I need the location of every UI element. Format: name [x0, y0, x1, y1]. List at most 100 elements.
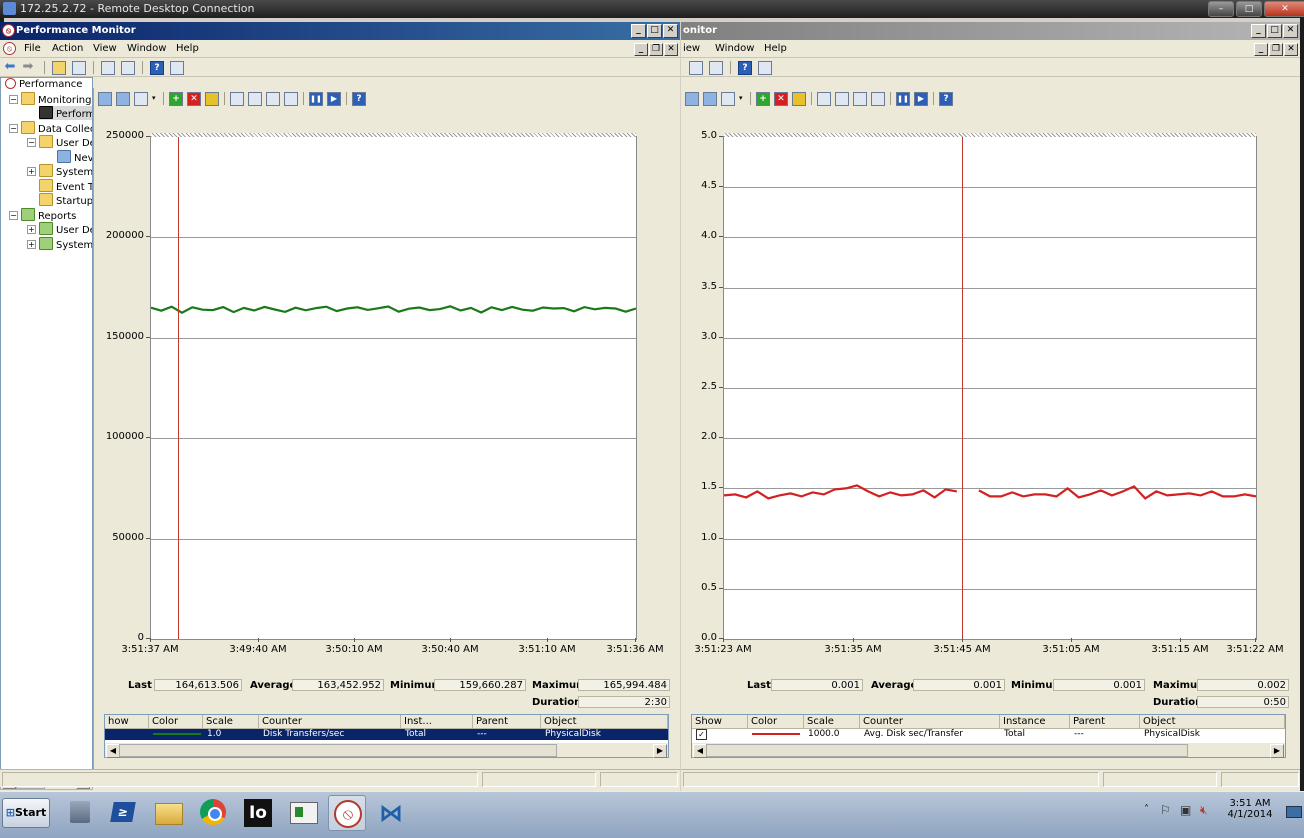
legend-column-header[interactable]: Scale	[203, 715, 259, 728]
taskbar-hyper-v[interactable]: ⋈	[373, 795, 409, 829]
menu-view[interactable]: iew	[683, 43, 700, 54]
tree-node-event-trace[interactable]: Event T	[39, 179, 92, 193]
right-maximize-button[interactable]: □	[1267, 24, 1282, 38]
left-minimize-button[interactable]: _	[631, 24, 646, 38]
up-folder-icon[interactable]	[52, 61, 66, 75]
tree-node-system[interactable]: System	[39, 164, 92, 178]
legend-horizontal-scrollbar[interactable]: ◀ ▶	[105, 743, 668, 758]
delete-counter-icon[interactable]: ✕	[187, 92, 201, 106]
taskbar-server-manager[interactable]	[62, 795, 98, 829]
right-window-caption[interactable]: onitor _ □ ✕	[681, 22, 1300, 40]
view-current-activity-icon[interactable]	[98, 92, 112, 106]
menu-view[interactable]: View	[93, 43, 117, 54]
copy-properties-icon[interactable]	[817, 92, 831, 106]
update-data-icon[interactable]: ▶	[327, 92, 341, 106]
menu-action[interactable]: Action	[52, 43, 83, 54]
dropdown-arrow-icon[interactable]: ▾	[152, 94, 156, 102]
tree-node-performance[interactable]: Performance	[5, 78, 82, 92]
taskbar-explorer[interactable]	[150, 795, 186, 829]
zoom-icon[interactable]	[284, 92, 298, 106]
properties-icon[interactable]	[689, 61, 703, 75]
left-close-button[interactable]: ✕	[663, 24, 678, 38]
collapse-toggle[interactable]: −	[9, 211, 18, 220]
show-hidden-icons-icon[interactable]: ˄	[1144, 804, 1149, 815]
legend-column-header[interactable]: Parent	[473, 715, 541, 728]
mdi-minimize-button[interactable]: _	[634, 43, 648, 56]
tree-node-reports[interactable]: Reports	[21, 208, 76, 222]
menu-window[interactable]: Window	[715, 43, 754, 54]
show-checkbox[interactable]: ✓	[696, 729, 707, 740]
add-counter-icon[interactable]: +	[169, 92, 183, 106]
taskbar-powershell[interactable]: ≥	[105, 795, 141, 829]
collapse-toggle[interactable]: −	[9, 124, 18, 133]
tree-node-monitoring[interactable]: Monitoring	[21, 92, 91, 106]
collapse-toggle[interactable]: −	[9, 95, 18, 104]
change-graph-type-icon[interactable]	[721, 92, 735, 106]
rdp-maximize-button[interactable]: □	[1236, 1, 1262, 17]
taskbar-performance-monitor[interactable]: ⦸	[328, 795, 366, 831]
legend-column-header[interactable]: Color	[748, 715, 804, 728]
legend-column-header[interactable]: Inst...	[401, 715, 473, 728]
scroll-left-button[interactable]: ◀	[106, 744, 120, 758]
freeze-display-icon[interactable]: ❚❚	[309, 92, 323, 106]
legend-column-header[interactable]: how	[105, 715, 149, 728]
legend-column-header[interactable]: Counter	[259, 715, 401, 728]
change-graph-type-icon[interactable]	[134, 92, 148, 106]
clock[interactable]: 3:51 AM 4/1/2014	[1226, 798, 1274, 820]
legend-horizontal-scrollbar[interactable]: ◀ ▶	[692, 743, 1285, 758]
legend-column-header[interactable]: Show	[692, 715, 748, 728]
scroll-right-button[interactable]: ▶	[653, 744, 667, 758]
remote-desktop-title-bar[interactable]: 172.25.2.72 - Remote Desktop Connection …	[0, 0, 1304, 18]
left-window-caption[interactable]: ⦸ Performance Monitor _ □ ✕	[0, 22, 680, 40]
legend-column-header[interactable]: Object	[1140, 715, 1285, 728]
scroll-thumb[interactable]	[119, 744, 557, 757]
menu-window[interactable]: Window	[127, 43, 166, 54]
highlight-icon[interactable]	[205, 92, 219, 106]
rdp-minimize-button[interactable]: –	[1208, 1, 1234, 17]
properties-icon[interactable]	[853, 92, 867, 106]
freeze-display-icon[interactable]: ❚❚	[896, 92, 910, 106]
expand-toggle[interactable]: +	[27, 240, 36, 249]
action-pane-icon[interactable]	[170, 61, 184, 75]
tree-node-performance-monitor[interactable]: Perform	[39, 106, 92, 120]
collapse-toggle[interactable]: −	[27, 138, 36, 147]
legend-row[interactable]: ✓ 1000.0 Avg. Disk sec/Transfer Total --- Phy…	[692, 729, 1285, 740]
view-current-activity-icon[interactable]	[685, 92, 699, 106]
properties-icon[interactable]	[101, 61, 115, 75]
legend-column-header[interactable]: Parent	[1070, 715, 1140, 728]
scroll-left-button[interactable]: ◀	[693, 744, 707, 758]
legend-row[interactable]: 1.0 Disk Transfers/sec Total --- PhysicalDis…	[105, 729, 668, 740]
zoom-icon[interactable]	[871, 92, 885, 106]
left-maximize-button[interactable]: □	[647, 24, 662, 38]
right-close-button[interactable]: ✕	[1283, 24, 1298, 38]
view-log-data-icon[interactable]	[703, 92, 717, 106]
help-icon[interactable]: ?	[939, 92, 953, 106]
mdi-close-button[interactable]: ✕	[664, 43, 678, 56]
dropdown-arrow-icon[interactable]: ▾	[739, 94, 743, 102]
expand-toggle[interactable]: +	[27, 167, 36, 176]
mdi-minimize-button[interactable]: _	[1254, 43, 1268, 56]
scroll-thumb[interactable]	[706, 744, 1188, 757]
legend-column-header[interactable]: Color	[149, 715, 203, 728]
legend-column-header[interactable]: Scale	[804, 715, 860, 728]
tree-node-reports-system[interactable]: System	[39, 237, 92, 251]
mdi-restore-button[interactable]: ❐	[1269, 43, 1283, 56]
menu-help[interactable]: Help	[176, 43, 199, 54]
mmc-document-icon[interactable]: ⦸	[3, 42, 16, 55]
tree-node-new-set[interactable]: Nev	[57, 150, 92, 164]
show-desktop-icon[interactable]	[1286, 806, 1302, 818]
legend-column-header[interactable]: Object	[541, 715, 668, 728]
delete-counter-icon[interactable]: ✕	[774, 92, 788, 106]
tree-node-reports-user-defined[interactable]: User De	[39, 222, 92, 236]
tree-node-data-collector-sets[interactable]: Data Collec	[21, 121, 92, 135]
action-pane-icon[interactable]	[758, 61, 772, 75]
paste-counter-list-icon[interactable]	[835, 92, 849, 106]
volume-muted-icon[interactable]: 🔇︎	[1200, 803, 1208, 818]
highlight-icon[interactable]	[792, 92, 806, 106]
mdi-close-button[interactable]: ✕	[1284, 43, 1298, 56]
menu-help[interactable]: Help	[764, 43, 787, 54]
help-icon[interactable]: ?	[738, 61, 752, 75]
back-arrow-icon[interactable]: ⬅	[4, 60, 16, 73]
forward-arrow-icon[interactable]: ➡	[22, 60, 34, 73]
menu-file[interactable]: File	[24, 43, 41, 54]
